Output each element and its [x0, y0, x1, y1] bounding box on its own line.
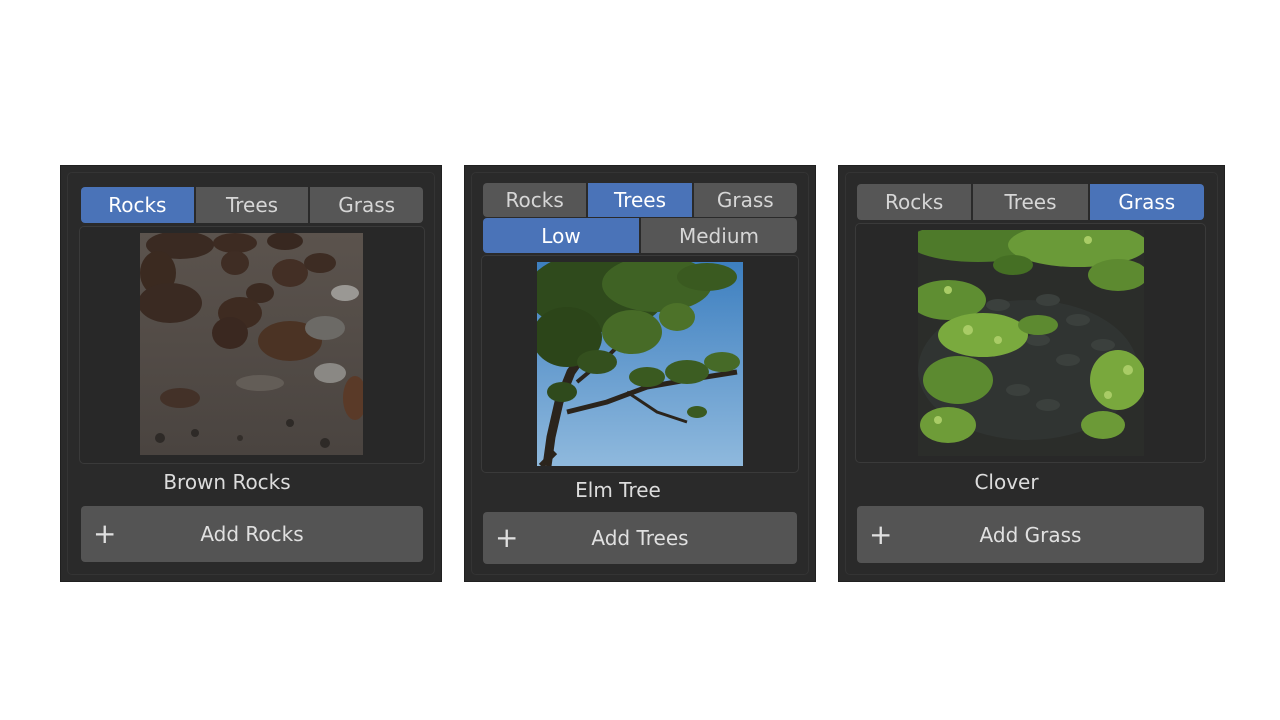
tab-rocks[interactable]: Rocks: [81, 187, 194, 223]
tab-grass[interactable]: Grass: [693, 183, 797, 217]
item-name-label: Clover: [974, 470, 1039, 494]
add-button-label: Add Rocks: [200, 522, 304, 546]
tab-grass[interactable]: Grass: [1089, 184, 1204, 220]
category-tabs: Rocks Trees Grass: [857, 184, 1204, 220]
asset-panel-grass: Rocks Trees Grass Clover + Add Grass: [838, 165, 1225, 582]
category-tabs: Rocks Trees Grass: [483, 183, 797, 217]
tab-rocks[interactable]: Rocks: [857, 184, 972, 220]
add-grass-button[interactable]: + Add Grass: [857, 506, 1204, 563]
add-trees-button[interactable]: + Add Trees: [483, 512, 797, 564]
tab-trees[interactable]: Trees: [973, 184, 1088, 220]
add-button-label: Add Grass: [979, 522, 1082, 547]
tab-trees[interactable]: Trees: [195, 187, 309, 223]
elm-tree-thumbnail[interactable]: [537, 262, 743, 466]
asset-panel-trees: Rocks Trees Grass Low Medium Elm Tree + …: [464, 165, 816, 582]
item-name-label: Elm Tree: [575, 478, 661, 502]
asset-panel-rocks: Rocks Trees Grass Brown Rocks + Add Rock…: [60, 165, 442, 582]
tab-rocks[interactable]: Rocks: [483, 183, 587, 217]
tab-trees[interactable]: Trees: [588, 183, 692, 217]
clover-thumbnail[interactable]: [918, 230, 1144, 456]
tab-lod-medium[interactable]: Medium: [641, 218, 797, 253]
tab-grass[interactable]: Grass: [310, 187, 424, 223]
item-name-label: Brown Rocks: [163, 470, 291, 494]
category-tabs: Rocks Trees Grass: [81, 187, 424, 223]
add-button-label: Add Trees: [591, 526, 689, 550]
brown-rocks-thumbnail[interactable]: [140, 233, 363, 455]
tab-lod-low[interactable]: Low: [483, 218, 639, 253]
lod-tabs: Low Medium: [483, 218, 797, 253]
add-rocks-button[interactable]: + Add Rocks: [81, 506, 423, 562]
